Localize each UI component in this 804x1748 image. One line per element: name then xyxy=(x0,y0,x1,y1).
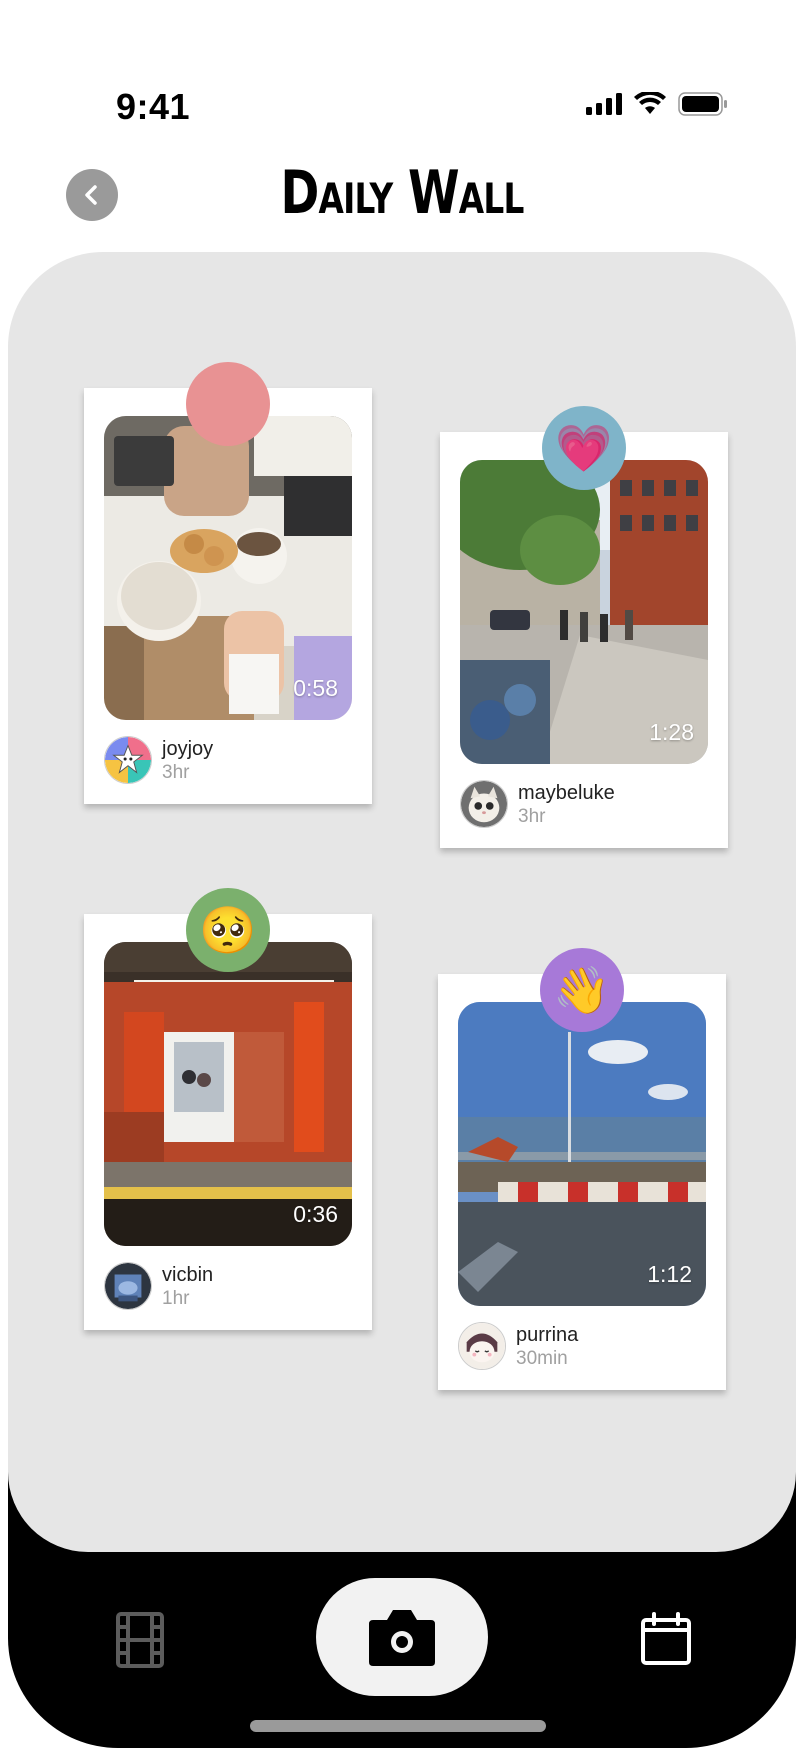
post-photo[interactable]: 1:12 xyxy=(458,1002,706,1306)
film-strip-button[interactable] xyxy=(116,1612,164,1668)
home-indicator[interactable] xyxy=(250,1720,546,1732)
battery-icon xyxy=(678,92,727,116)
video-duration: 1:28 xyxy=(649,719,694,745)
post-username[interactable]: purrina xyxy=(516,1324,578,1347)
status-icons xyxy=(586,92,728,116)
post-time-ago: 1hr xyxy=(162,1288,190,1309)
post-time-ago: 30min xyxy=(516,1348,568,1369)
camera-icon xyxy=(369,1610,435,1666)
calendar-icon xyxy=(641,1612,691,1665)
reaction-emoji: 💗 xyxy=(555,420,613,475)
post-card[interactable]: 1:12 purrina 30min xyxy=(438,974,726,1390)
page-title: Daily Wall xyxy=(280,158,524,228)
reaction-badge[interactable]: 👋 xyxy=(540,948,624,1032)
reaction-emoji: 👋 xyxy=(553,962,611,1017)
reaction-badge[interactable]: 💗 xyxy=(542,406,626,490)
status-bar: 9:41 xyxy=(0,0,804,150)
post-card[interactable]: 0:36 vicbin 1hr xyxy=(84,914,372,1330)
avatar[interactable] xyxy=(458,1322,506,1370)
avatar[interactable] xyxy=(104,1262,152,1310)
status-time: 9:41 xyxy=(116,86,191,127)
post-photo[interactable]: 0:58 xyxy=(104,416,352,720)
wifi-icon xyxy=(634,92,666,114)
video-duration: 0:58 xyxy=(293,675,338,701)
post-username[interactable]: maybeluke xyxy=(518,782,615,805)
video-duration: 1:12 xyxy=(647,1261,692,1287)
film-strip-icon xyxy=(116,1612,164,1668)
avatar[interactable] xyxy=(460,780,508,828)
post-username[interactable]: joyjoy xyxy=(162,738,213,761)
reaction-emoji: 🥺 xyxy=(199,902,257,957)
video-duration: 0:36 xyxy=(293,1201,338,1227)
reaction-badge[interactable] xyxy=(186,362,270,446)
post-time-ago: 3hr xyxy=(162,762,190,783)
avatar[interactable] xyxy=(104,736,152,784)
calendar-button[interactable] xyxy=(640,1612,692,1666)
cellular-signal-icon xyxy=(586,93,622,115)
post-card[interactable]: 1:28 maybeluke 3hr xyxy=(440,432,728,848)
post-username[interactable]: vicbin xyxy=(162,1264,213,1287)
reaction-badge[interactable]: 🥺 xyxy=(186,888,270,972)
post-photo[interactable]: 0:36 xyxy=(104,942,352,1246)
post-time-ago: 3hr xyxy=(518,806,546,827)
post-photo[interactable]: 1:28 xyxy=(460,460,708,764)
bottom-nav xyxy=(8,1552,796,1748)
post-card[interactable]: 0:58 joyjoy 3hr xyxy=(84,388,372,804)
header: Daily Wall xyxy=(0,150,804,250)
camera-button[interactable] xyxy=(316,1578,488,1696)
